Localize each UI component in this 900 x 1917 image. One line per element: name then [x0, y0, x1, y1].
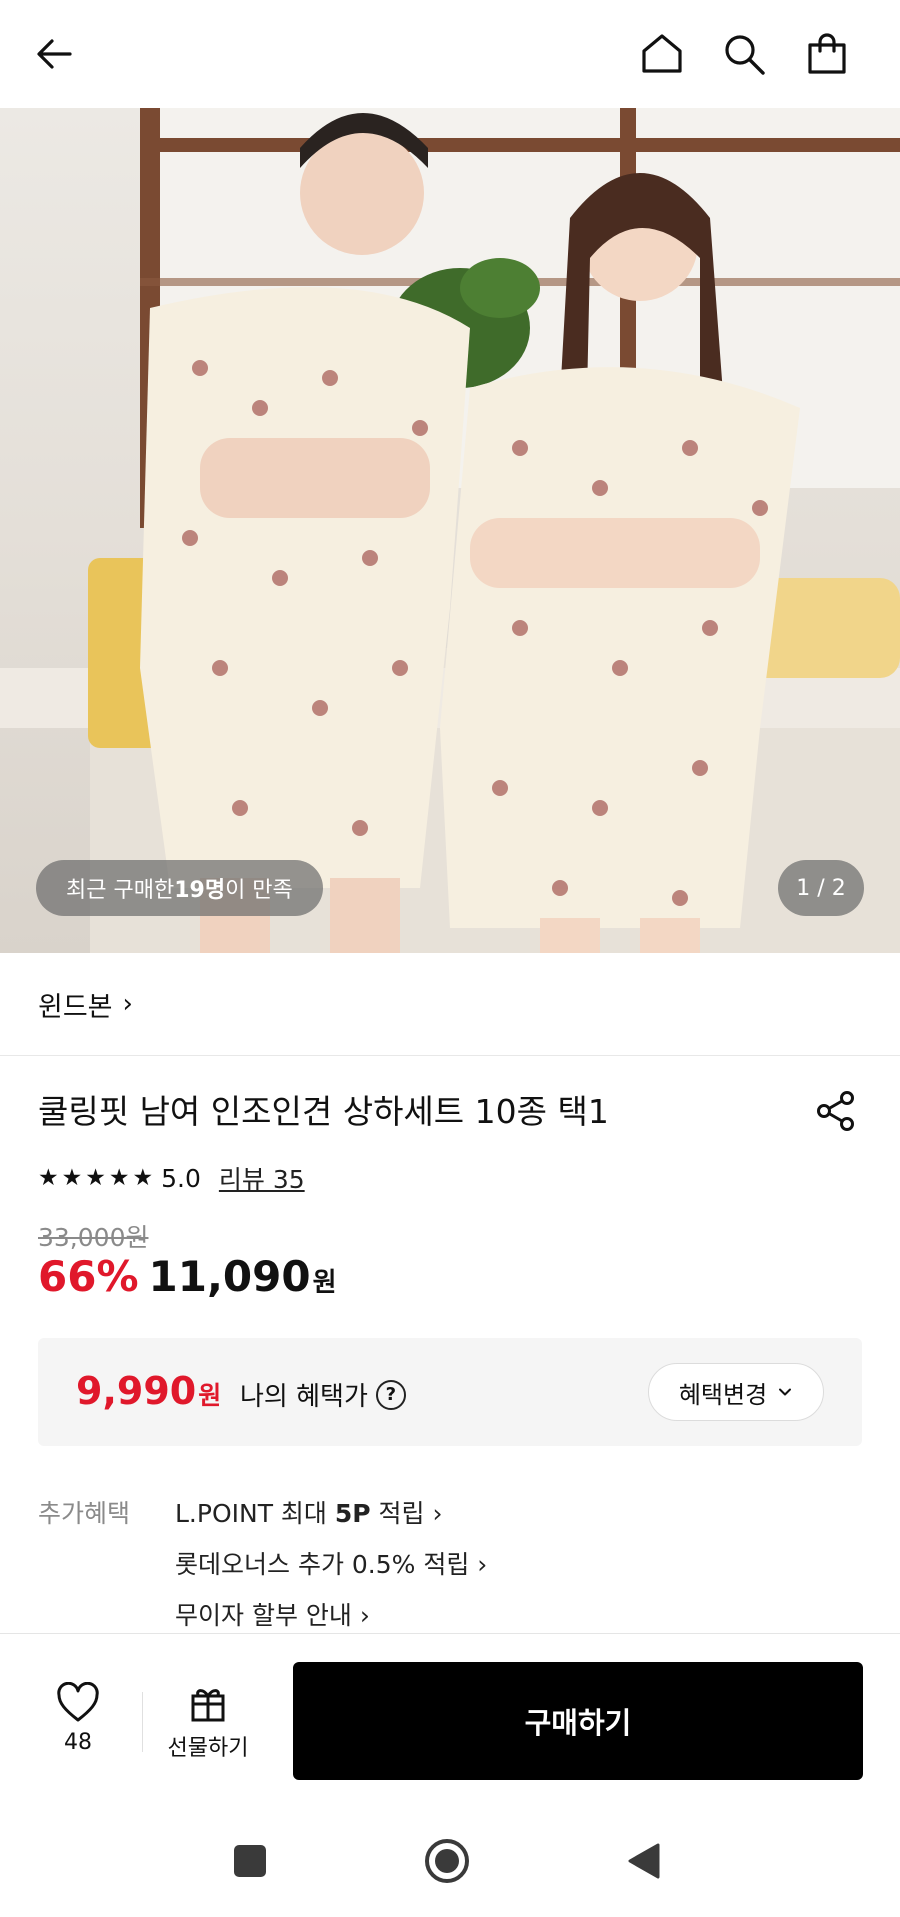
extra-benefits-list: L.POINT 최대 5P 적립 › 롯데오너스 추가 0.5% 적립 › 무이…	[175, 1494, 735, 1647]
chevron-down-icon	[779, 1388, 792, 1396]
rating-row: ★ ★ ★ ★ ★ 5.0 리뷰 35	[38, 1160, 305, 1196]
product-image-carousel[interactable]: 최근 구매한 19명 이 만족 1 / 2	[0, 108, 900, 953]
heart-icon	[57, 1682, 99, 1722]
top-app-bar	[0, 0, 900, 108]
share-icon	[817, 1091, 854, 1131]
divider	[142, 1692, 143, 1752]
currency-unit: 원	[312, 1268, 337, 1298]
price-row: 66% 11,090 원	[38, 1252, 337, 1301]
extra-benefits-label: 추가혜택	[38, 1499, 131, 1528]
benefit-price: 9,990 원	[76, 1369, 221, 1413]
benefit-price-value: 9,990	[76, 1369, 197, 1413]
extra-benefit-item[interactable]: 롯데오너스 추가 0.5% 적립 ›	[175, 1545, 735, 1596]
benefit-price-box: 9,990 원 나의 혜택가 ? 혜택변경	[38, 1338, 862, 1446]
star-icon: ★	[132, 1165, 154, 1191]
home-button[interactable]	[632, 24, 692, 84]
star-icon: ★	[38, 1165, 59, 1191]
wishlist-count: 48	[64, 1730, 92, 1755]
home-icon	[642, 34, 682, 73]
benefit-text: L.POINT 최대	[175, 1499, 335, 1528]
discount-rate: 66%	[38, 1252, 139, 1301]
square-icon	[234, 1845, 266, 1877]
star-rating: ★ ★ ★ ★ ★	[38, 1165, 153, 1191]
change-benefit-button[interactable]: 혜택변경	[648, 1363, 824, 1421]
product-title: 쿨링핏 남여 인조인견 상하세트 10종 택1	[38, 1092, 609, 1131]
system-navigation-bar	[0, 1801, 900, 1917]
product-photo	[0, 108, 900, 953]
star-icon: ★	[61, 1165, 83, 1191]
benefit-label-text: 나의 혜택가	[240, 1382, 368, 1412]
triangle-back-icon	[628, 1843, 660, 1879]
extra-benefit-item[interactable]: L.POINT 최대 5P 적립 ›	[175, 1494, 735, 1545]
benefit-text: 롯데오너스 추가 0.5% 적립 ›	[175, 1550, 488, 1579]
star-icon: ★	[85, 1165, 106, 1191]
buy-button[interactable]: 구매하기	[293, 1662, 863, 1780]
brand-name: 윈드본	[38, 991, 113, 1023]
brand-link[interactable]: 윈드본 ›	[0, 953, 900, 1056]
buyers-suffix: 이 만족	[225, 878, 293, 903]
home-nav-button[interactable]	[423, 1837, 471, 1885]
buyers-prefix: 최근 구매한	[66, 878, 175, 903]
original-price: 33,000원	[38, 1223, 149, 1252]
image-counter: 1 / 2	[778, 860, 864, 916]
circle-home-icon	[425, 1839, 469, 1883]
back-nav-button[interactable]	[620, 1837, 668, 1885]
shopping-bag-icon	[808, 33, 846, 74]
bottom-action-bar: 48 선물하기 구매하기	[0, 1633, 900, 1801]
help-icon[interactable]: ?	[375, 1379, 406, 1410]
star-icon: ★	[108, 1165, 130, 1191]
search-button[interactable]	[714, 24, 774, 84]
arrow-left-icon	[37, 39, 72, 69]
change-benefit-label: 혜택변경	[678, 1380, 768, 1409]
rating-value: 5.0	[161, 1163, 201, 1193]
recent-apps-button[interactable]	[226, 1837, 274, 1885]
gift-label: 선물하기	[167, 1736, 249, 1761]
gift-icon	[191, 1689, 225, 1722]
search-icon	[725, 35, 765, 75]
benefit-text: 무이자 할부 안내 ›	[175, 1601, 370, 1630]
benefit-points: 5P	[334, 1499, 371, 1528]
benefit-label: 나의 혜택가 ?	[240, 1376, 406, 1413]
sale-price: 11,090	[148, 1252, 311, 1301]
review-link[interactable]: 리뷰 35	[219, 1160, 305, 1196]
share-button[interactable]	[808, 1083, 864, 1139]
benefit-text-suffix: 적립 ›	[370, 1499, 443, 1528]
cart-button[interactable]	[797, 24, 857, 84]
recent-buyers-badge: 최근 구매한 19명 이 만족	[36, 860, 323, 916]
buyers-count: 19명	[174, 878, 226, 903]
wishlist-button[interactable]: 48	[38, 1682, 118, 1772]
benefit-currency: 원	[198, 1381, 222, 1410]
gift-button[interactable]: 선물하기	[158, 1682, 258, 1772]
back-button[interactable]	[24, 24, 84, 84]
chevron-right-icon: ›	[122, 989, 133, 1019]
